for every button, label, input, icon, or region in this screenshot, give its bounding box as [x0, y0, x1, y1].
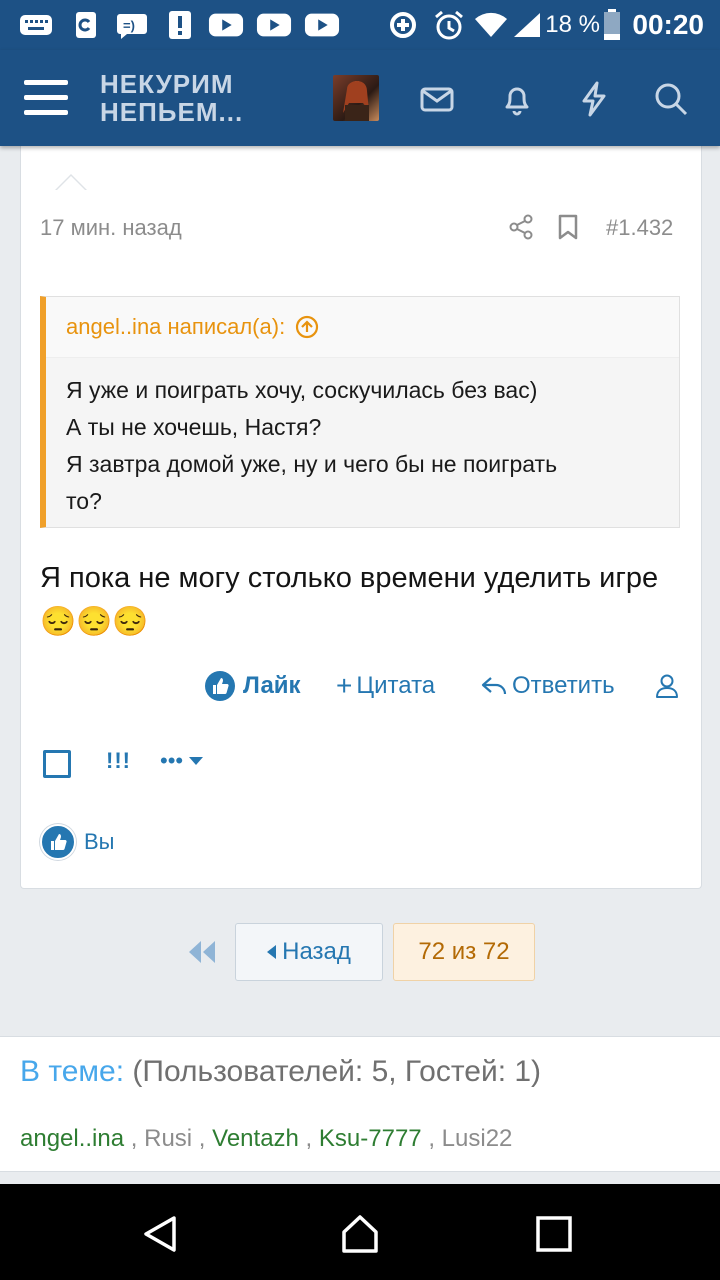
keyboard-icon — [18, 10, 54, 40]
youtube-icon — [304, 10, 340, 40]
post-time[interactable]: 17 мин. назад — [40, 215, 182, 241]
app-bar: НЕКУРИМ НЕПЬЕМ... — [0, 50, 720, 146]
quote-line: Я завтра домой уже, ну и чего бы не поиг… — [66, 451, 558, 477]
lightning-icon[interactable] — [575, 80, 613, 118]
battery-percent: 18 % — [545, 11, 600, 38]
arrow-up-circle-icon[interactable] — [295, 315, 319, 339]
current-page-indicator[interactable]: 72 из 72 — [393, 923, 535, 981]
likes-summary[interactable]: Вы — [40, 824, 115, 860]
bookmark-icon[interactable] — [557, 214, 579, 240]
quote-line: Я уже и поиграть хочу, соскучилась без в… — [66, 377, 538, 403]
select-checkbox[interactable] — [43, 750, 71, 778]
more-label: ••• — [160, 748, 184, 773]
voicemail-icon: =) — [114, 10, 150, 40]
thumbs-up-icon — [40, 824, 76, 860]
users-in-topic-list: angel..ina , Rusi , Ventazh , Ksu-7777 ,… — [20, 1125, 513, 1152]
reply-button[interactable]: Ответить — [480, 666, 615, 706]
data-saver-icon — [386, 10, 420, 40]
report-button[interactable]: !!! — [106, 748, 131, 774]
users-in-topic: В теме: (Пользователей: 5, Гостей: 1) an… — [0, 1036, 720, 1172]
wifi-icon — [474, 10, 508, 40]
bell-icon[interactable] — [498, 80, 536, 118]
user-icon[interactable] — [655, 666, 679, 706]
svg-text:=): =) — [123, 18, 135, 33]
logo-line-2: НЕПЬЕМ... — [100, 97, 244, 127]
quote-line: то? — [66, 488, 102, 514]
first-page-icon[interactable] — [186, 938, 218, 966]
youtube-icon — [256, 10, 292, 40]
caret-down-icon — [189, 756, 204, 766]
back-nav-icon[interactable] — [140, 1214, 180, 1254]
avatar[interactable] — [333, 75, 379, 121]
system-navigation-bar — [0, 1184, 720, 1280]
search-icon[interactable] — [652, 80, 690, 118]
share-icon[interactable] — [508, 214, 534, 240]
caret-left-icon — [267, 945, 277, 959]
youtube-icon — [208, 10, 244, 40]
status-bar: =) 18 % 00:20 — [0, 0, 720, 50]
recents-nav-icon[interactable] — [534, 1214, 574, 1254]
battery-icon — [602, 9, 622, 40]
post-number[interactable]: #1.432 — [606, 215, 673, 241]
reply-icon — [480, 674, 508, 698]
reply-label: Ответить — [512, 672, 615, 699]
more-menu-button[interactable]: ••• — [160, 748, 204, 774]
quote-line: А ты не хочешь, Настя? — [66, 414, 322, 440]
user-link[interactable]: Ventazh — [212, 1125, 299, 1152]
plus-icon: + — [336, 670, 353, 701]
like-button[interactable]: Лайк — [205, 666, 301, 706]
quote-author[interactable]: angel..ina написал(а): — [66, 314, 285, 340]
user-link[interactable]: Rusi — [144, 1125, 192, 1152]
signal-icon — [510, 10, 544, 40]
back-page-label: Назад — [282, 938, 351, 965]
post-message: Я пока не могу столько времени уделить и… — [40, 562, 659, 638]
mail-icon[interactable] — [418, 80, 456, 118]
user-link[interactable]: Ksu-7777 — [319, 1125, 422, 1152]
quote-button[interactable]: + Цитата — [336, 666, 435, 706]
alert-icon — [162, 10, 198, 40]
clipboard-icon — [68, 10, 104, 40]
user-link[interactable]: Lusi22 — [442, 1125, 513, 1152]
quote-label: Цитата — [356, 672, 436, 699]
logo-line-1: НЕКУРИМ — [100, 69, 234, 99]
home-nav-icon[interactable] — [340, 1214, 380, 1254]
quote-block: angel..ina написал(а): Я уже и поиграть … — [40, 296, 680, 528]
quote-body: Я уже и поиграть хочу, соскучилась без в… — [46, 358, 679, 520]
menu-icon[interactable] — [24, 80, 68, 116]
likes-text: Вы — [84, 829, 115, 854]
quote-header: angel..ina написал(а): — [46, 297, 679, 358]
back-page-button[interactable]: Назад — [235, 923, 383, 981]
site-logo[interactable]: НЕКУРИМ НЕПЬЕМ... — [100, 70, 243, 126]
in-topic-label: В теме: — [20, 1055, 125, 1088]
in-topic-counts: (Пользователей: 5, Гостей: 1) — [132, 1055, 542, 1088]
like-label: Лайк — [243, 672, 301, 699]
users-in-topic-title: В теме: (Пользователей: 5, Гостей: 1) — [20, 1055, 541, 1089]
user-link[interactable]: angel..ina — [20, 1125, 124, 1152]
alarm-icon — [432, 10, 466, 40]
thumbs-up-icon — [205, 671, 235, 701]
clock: 00:20 — [632, 9, 704, 40]
